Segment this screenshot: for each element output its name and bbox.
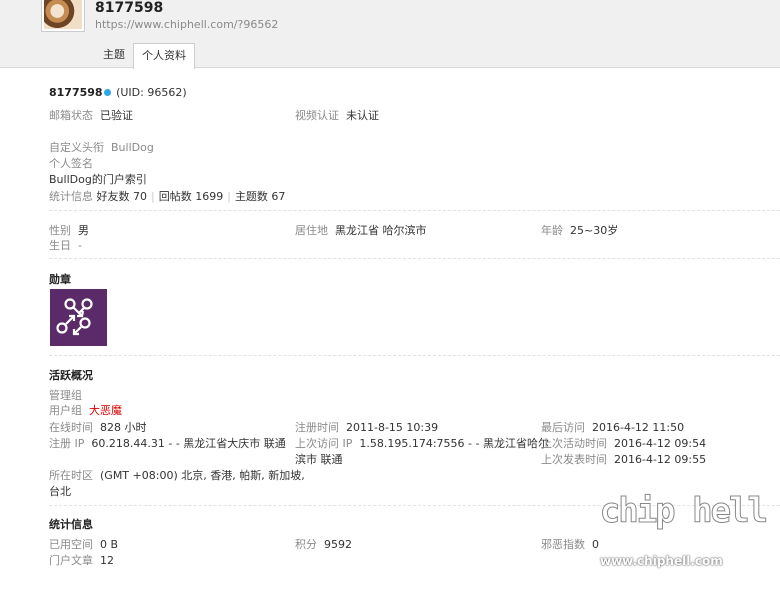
- signature-label: 个人签名: [49, 157, 93, 170]
- email-status-value: 已验证: [100, 109, 133, 122]
- evil-index-label: 邪恶指数: [541, 538, 585, 551]
- friends-count-link[interactable]: 好友数 70: [97, 190, 148, 203]
- video-status-label: 视频认证: [295, 109, 339, 122]
- online-time-label: 在线时间: [49, 421, 93, 434]
- timezone: 所在时区 (GMT +08:00) 北京, 香港, 帕斯, 新加坡,: [49, 467, 305, 483]
- custom-title: 自定义头衔 BullDog: [49, 139, 154, 155]
- portal-index-link[interactable]: BullDog的门户索引: [49, 171, 147, 187]
- video-status: 视频认证 未认证: [295, 107, 379, 123]
- gender-label: 性别: [49, 224, 71, 237]
- medals-title: 勋章: [49, 273, 71, 286]
- used-space-value: 0 B: [100, 538, 119, 551]
- gender: 性别 男: [49, 222, 89, 238]
- online-status-icon: [103, 89, 111, 96]
- last-visit: 最后访问 2016-4-12 11:50: [541, 419, 684, 435]
- residence-value: 黑龙江省 哈尔滨市: [335, 224, 427, 237]
- used-space: 已用空间 0 B: [49, 536, 118, 552]
- email-status: 邮箱状态 已验证: [49, 107, 133, 123]
- evil-index: 邪恶指数 0: [541, 536, 599, 552]
- age-label: 年龄: [541, 224, 563, 237]
- watermark-url: www.chiphell.com: [600, 554, 723, 568]
- profile-tabs: 主题 个人资料: [95, 43, 195, 69]
- register-time: 注册时间 2011-8-15 10:39: [295, 419, 438, 435]
- profile-name-row: 8177598 (UID: 96562): [49, 86, 187, 99]
- stats-label: 统计信息: [49, 190, 93, 203]
- medal-badge[interactable]: [50, 289, 107, 346]
- points-value: 9592: [324, 538, 352, 551]
- tab-profile[interactable]: 个人资料: [133, 43, 195, 69]
- last-active-time: 上次活动时间 2016-4-12 09:54: [541, 435, 706, 451]
- birthday: 生日 -: [49, 237, 82, 253]
- last-visit-value: 2016-4-12 11:50: [592, 421, 685, 434]
- profile-name: 8177598: [49, 86, 103, 99]
- gender-value: 男: [78, 224, 89, 237]
- profile-header: 8177598 https://www.chiphell.com/?96562 …: [0, 0, 780, 69]
- divider: [49, 210, 780, 211]
- portal-articles-label: 门户文章: [49, 554, 93, 567]
- points: 积分 9592: [295, 536, 352, 552]
- register-ip-value: 60.218.44.31 - - 黑龙江省大庆市 联通: [91, 437, 286, 450]
- last-visit-ip-value-cont: 滨市 联通: [295, 453, 343, 466]
- user-group: 用户组 大恶魔: [49, 402, 122, 418]
- last-visit-ip-label: 上次访问 IP: [295, 437, 353, 450]
- profile-uid: (UID: 96562): [116, 86, 187, 99]
- stats-title: 统计信息: [49, 518, 93, 531]
- portal-articles-value: 12: [100, 554, 114, 567]
- custom-title-label: 自定义头衔: [49, 141, 104, 154]
- portal-articles: 门户文章 12: [49, 552, 114, 568]
- threads-count-link[interactable]: 主题数 67: [235, 190, 286, 203]
- timezone-value-cont: 台北: [49, 485, 71, 498]
- last-active-label: 上次活动时间: [541, 437, 607, 450]
- last-post-time: 上次发表时间 2016-4-12 09:55: [541, 451, 706, 467]
- residence: 居住地 黑龙江省 哈尔滨市: [295, 222, 427, 238]
- online-time-value: 828 小时: [100, 421, 147, 434]
- replies-count-link[interactable]: 回帖数 1699: [159, 190, 224, 203]
- email-status-label: 邮箱状态: [49, 109, 93, 122]
- online-time: 在线时间 828 小时: [49, 419, 147, 435]
- last-post-label: 上次发表时间: [541, 453, 607, 466]
- tab-threads[interactable]: 主题: [95, 43, 133, 68]
- video-status-value: 未认证: [346, 109, 379, 122]
- header-space-url[interactable]: https://www.chiphell.com/?96562: [95, 18, 278, 31]
- user-group-label: 用户组: [49, 404, 82, 417]
- custom-title-value: BullDog: [111, 141, 154, 154]
- timezone-label: 所在时区: [49, 469, 93, 482]
- used-space-label: 已用空间: [49, 538, 93, 551]
- divider: [49, 258, 780, 259]
- register-time-label: 注册时间: [295, 421, 339, 434]
- header-username[interactable]: 8177598: [95, 0, 163, 16]
- last-post-value: 2016-4-12 09:55: [614, 453, 707, 466]
- arrows-circles-medal-icon: [50, 289, 107, 346]
- register-ip: 注册 IP 60.218.44.31 - - 黑龙江省大庆市 联通: [49, 435, 286, 451]
- stats-row: 统计信息 好友数 70 | 回帖数 1699 | 主题数 67: [49, 190, 286, 203]
- user-group-value[interactable]: 大恶魔: [89, 404, 122, 417]
- age: 年龄 25~30岁: [541, 222, 618, 238]
- age-value: 25~30岁: [570, 224, 619, 237]
- birthday-value: -: [78, 239, 82, 252]
- last-active-value: 2016-4-12 09:54: [614, 437, 707, 450]
- last-visit-ip-value: 1.58.195.174:7556 - - 黑龙江省哈尔: [359, 437, 549, 450]
- divider: [49, 355, 780, 356]
- avatar[interactable]: [41, 0, 85, 32]
- avatar-image: [44, 0, 82, 29]
- birthday-label: 生日: [49, 239, 71, 252]
- admin-group-label: 管理组: [49, 389, 82, 402]
- timezone-value: (GMT +08:00) 北京, 香港, 帕斯, 新加坡,: [100, 469, 305, 482]
- watermark-logo: chip hell: [599, 491, 768, 531]
- activity-title: 活跃概况: [49, 369, 93, 382]
- register-ip-label: 注册 IP: [49, 437, 85, 450]
- last-visit-label: 最后访问: [541, 421, 585, 434]
- points-label: 积分: [295, 538, 317, 551]
- register-time-value: 2011-8-15 10:39: [346, 421, 439, 434]
- residence-label: 居住地: [295, 224, 328, 237]
- site-watermark: chip hell www.chiphell.com: [598, 491, 778, 576]
- last-visit-ip: 上次访问 IP 1.58.195.174:7556 - - 黑龙江省哈尔: [295, 435, 549, 451]
